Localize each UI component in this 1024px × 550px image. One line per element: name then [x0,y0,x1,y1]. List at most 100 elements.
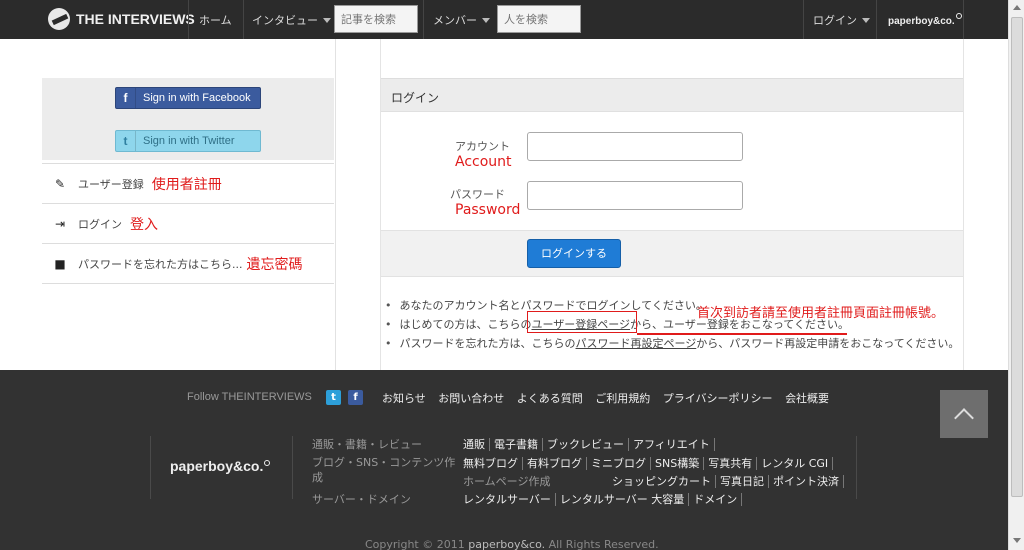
footer-link-faq[interactable]: よくある質問 [517,392,583,405]
top-navbar: THE INTERVIEWS ホーム インタビュー メンバー ログイン pape… [0,0,1008,39]
footer-link-company[interactable]: 会社概要 [785,392,829,405]
facebook-icon[interactable]: f [348,390,363,405]
scrollbar-thumb[interactable] [1011,17,1023,497]
footer-service-link[interactable]: 有料ブログ [527,457,587,470]
sidebar-item-label: ユーザー登録 [78,177,144,191]
annotation-highlight-box [527,311,637,333]
brand-text: paperboy&co. [888,16,955,27]
footer-link-news[interactable]: お知らせ [382,392,426,405]
nav-members-label: メンバー [433,14,477,27]
follow-text: Follow THEINTERVIEWS [187,391,312,403]
paperboy-logo[interactable]: paperboy&co. [888,13,962,27]
chevron-down-icon [323,18,331,23]
footer-service-link[interactable]: 写真日記 [720,475,769,488]
login-title: ログイン [381,78,963,112]
account-input[interactable] [527,132,743,161]
footer-link-privacy[interactable]: プライバシーポリシー [663,392,773,405]
footer-service-row: ショッピングカート 写真日記 ポイント決済 [612,473,848,489]
account-label: アカウント [455,140,510,153]
search-people-input[interactable] [497,5,581,33]
footer-links: お知らせ お問い合わせ よくある質問 ご利用規約 プライバシーポリシー 会社概要 [382,390,838,406]
sidebar-item-forgot-password[interactable]: ■ パスワードを忘れた方はこちら... 遺忘密碼 [42,243,334,283]
login-icon: ⇥ [54,216,66,231]
back-to-top-button[interactable] [940,390,988,438]
password-input[interactable] [527,181,743,210]
logo-text: THE INTERVIEWS [76,11,195,27]
nav-members[interactable]: メンバー [433,12,490,28]
footer-service-link[interactable]: 電子書籍 [494,438,543,451]
footer-service-link[interactable]: 無料ブログ [463,457,523,470]
footer-category: 成 [312,471,323,484]
copyright-brand: paperboy&co. [468,538,546,550]
nav-interviews[interactable]: インタビュー [252,12,331,28]
site-logo[interactable]: THE INTERVIEWS [48,8,195,30]
note-text: はじめての方は、こちらの [399,318,532,331]
chevron-down-icon [482,18,490,23]
facebook-signin-label: Sign in with Facebook [143,92,251,104]
twitter-signin-button[interactable]: t Sign in with Twitter [115,130,261,152]
footer-paperboy-logo[interactable]: paperboy&co. [170,458,271,474]
password-annotation: Password [455,202,521,218]
chevron-down-icon [862,18,870,23]
nav-interviews-label: インタビュー [252,14,318,27]
scroll-down-icon[interactable] [1013,538,1021,543]
footer-category: サーバー・ドメイン [312,493,411,506]
footer-service-link[interactable]: ショッピングカート [612,475,716,488]
nav-login-label: ログイン [813,14,857,27]
footer-service-link[interactable]: レンタル CGI [761,457,834,470]
facebook-icon: f [116,88,136,108]
vertical-scrollbar[interactable] [1008,0,1024,550]
sidebar-item-label: ログイン [78,217,122,231]
annotation-text: 首次到訪者請至使用者註冊頁面註冊帳號。 [697,306,945,321]
footer-service-link[interactable]: 通販 [463,438,490,451]
nav-home[interactable]: ホーム [199,12,232,28]
brand-text: paperboy&co. [170,458,264,474]
footer-service-link[interactable]: ブックレビュー [547,438,629,451]
facebook-signin-button[interactable]: f Sign in with Facebook [115,87,261,109]
footer-category: ホームページ作成 [463,475,551,488]
footer-link-contact[interactable]: お問い合わせ [438,392,504,405]
submit-row [381,230,963,277]
divider [42,283,334,284]
footer-service-link[interactable]: SNS構築 [655,457,705,470]
account-annotation: Account [455,154,512,170]
brand-mark-icon [264,460,271,466]
annotation-text: 登入 [130,216,158,233]
footer-category: ブログ・SNS・コンテンツ作 [312,456,456,469]
footer-service-link[interactable]: レンタルサーバー [463,493,556,506]
annotation-underline [637,333,847,335]
nav-login[interactable]: ログイン [813,12,870,28]
footer-category: 通販・書籍・レビュー [312,438,422,451]
chevron-up-icon [954,408,974,428]
footer-service-row: レンタルサーバー レンタルサーバー 大容量 ドメイン [463,491,746,507]
footer-service-link[interactable]: アフィリエイト [633,438,715,451]
footer-service-row: 通販 電子書籍 ブックレビュー アフィリエイト [463,436,719,452]
annotation-text: 遺忘密碼 [246,256,303,273]
sidebar-item-register[interactable]: ✎ ユーザー登録 使用者註冊 [42,163,334,203]
footer-link-terms[interactable]: ご利用規約 [595,392,650,405]
annotation-text: 使用者註冊 [151,176,222,193]
brand-mark-icon [955,13,962,19]
footer-service-link[interactable]: レンタルサーバー 大容量 [559,493,690,506]
note-text: パスワードを忘れた方は、こちらの [399,337,576,350]
login-button[interactable]: ログインする [527,239,621,268]
list-item: パスワードを忘れた方は、こちらのパスワード再設定ページから、パスワード再設定申請… [385,334,960,353]
footer-service-link[interactable]: ドメイン [693,493,743,506]
footer-service-link[interactable]: ポイント決済 [773,475,844,488]
twitter-signin-label: Sign in with Twitter [143,135,235,147]
footer-service-row: 無料ブログ 有料ブログ ミニブログ SNS構築 写真共有 レンタル CGI [463,455,837,471]
search-articles-input[interactable] [334,5,418,33]
register-icon: ✎ [54,176,66,191]
password-reset-link[interactable]: パスワード再設定ページ [576,337,697,350]
note-text: から、パスワード再設定申請をおこなってください。 [696,337,960,350]
footer-service-link[interactable]: ミニブログ [591,457,651,470]
footer-service-link[interactable]: 写真共有 [708,457,758,470]
twitter-icon: t [116,131,136,151]
sidebar-item-login[interactable]: ⇥ ログイン 登入 [42,203,334,243]
copyright-text: Copyright © 2011 [365,538,465,550]
twitter-icon[interactable]: t [326,390,341,405]
logo-icon [48,8,70,30]
sidebar-item-label: パスワードを忘れた方はこちら... [78,257,243,271]
copyright: Copyright © 2011 paperboy&co. All Rights… [365,538,659,550]
scroll-up-icon[interactable] [1013,5,1021,10]
